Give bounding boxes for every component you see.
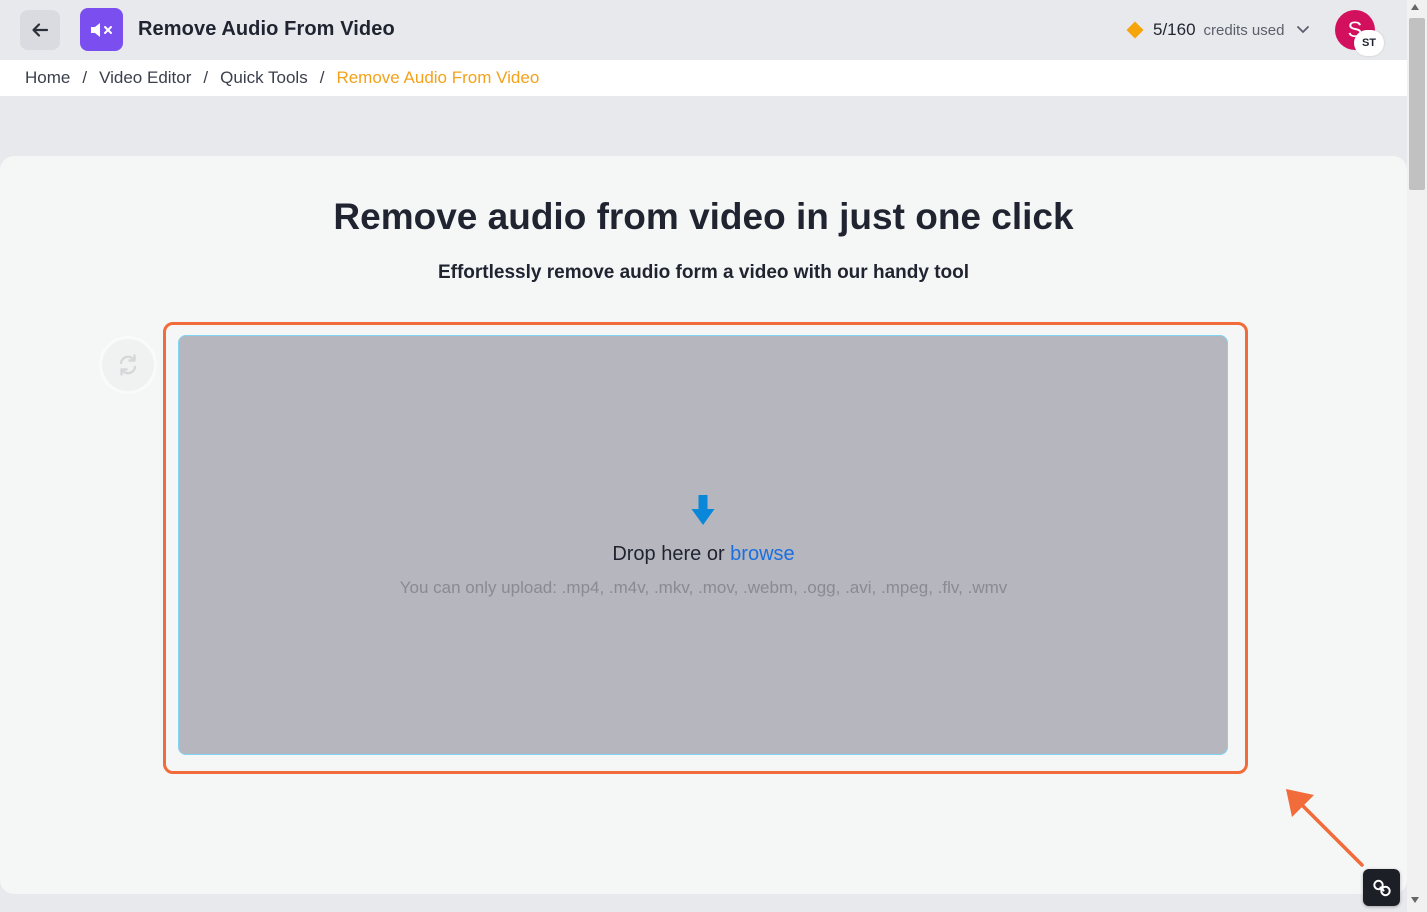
breadcrumb-separator: / (319, 68, 325, 87)
credits-dropdown[interactable]: 5/160 credits used (1126, 18, 1310, 42)
page-subtitle: Effortlessly remove audio form a video w… (437, 262, 970, 283)
breadcrumb-home[interactable]: Home (25, 68, 70, 88)
link-button[interactable] (1363, 869, 1400, 906)
breadcrumb: Home / Video Editor / Quick Tools / Remo… (0, 60, 1407, 96)
breadcrumb-separator: / (203, 68, 209, 87)
credits-label: credits used (1203, 21, 1285, 39)
drop-label: Drop here or (612, 543, 725, 565)
refresh-button[interactable] (99, 336, 157, 394)
drop-instructions: Drop here or browse (0, 543, 1407, 566)
page-title: Remove audio from video in just one clic… (333, 196, 1074, 237)
avatar-badge: ST (1354, 30, 1384, 56)
breadcrumb-quick-tools[interactable]: Quick Tools (220, 68, 308, 88)
scrollbar-thumb[interactable] (1409, 18, 1425, 190)
back-arrow-icon (32, 23, 49, 37)
breadcrumb-current: Remove Audio From Video (336, 68, 540, 87)
diamond-icon (1126, 21, 1144, 39)
breadcrumb-separator: / (82, 68, 88, 87)
allowed-formats-text: You can only upload: .mp4, .m4v, .mkv, .… (399, 578, 1008, 597)
refresh-icon (119, 354, 137, 376)
browse-link[interactable]: browse (730, 543, 794, 565)
bottom-strip (0, 894, 1407, 912)
annotation-arrow-icon (1286, 789, 1364, 867)
mute-speaker-icon (90, 22, 112, 37)
scroll-down-icon[interactable] (1411, 897, 1419, 903)
credits-count: 5/160 (1153, 20, 1196, 39)
download-arrow-icon (691, 495, 715, 525)
app-title: Remove Audio From Video (138, 18, 395, 40)
link-chain-icon (1372, 879, 1391, 896)
scroll-up-icon[interactable] (1411, 4, 1419, 10)
back-button[interactable] (20, 10, 60, 50)
top-bar: Remove Audio From Video 5/160 credits us… (0, 0, 1407, 60)
app-logo (80, 8, 123, 51)
breadcrumb-video-editor[interactable]: Video Editor (99, 68, 191, 88)
chevron-down-icon (1297, 26, 1310, 34)
